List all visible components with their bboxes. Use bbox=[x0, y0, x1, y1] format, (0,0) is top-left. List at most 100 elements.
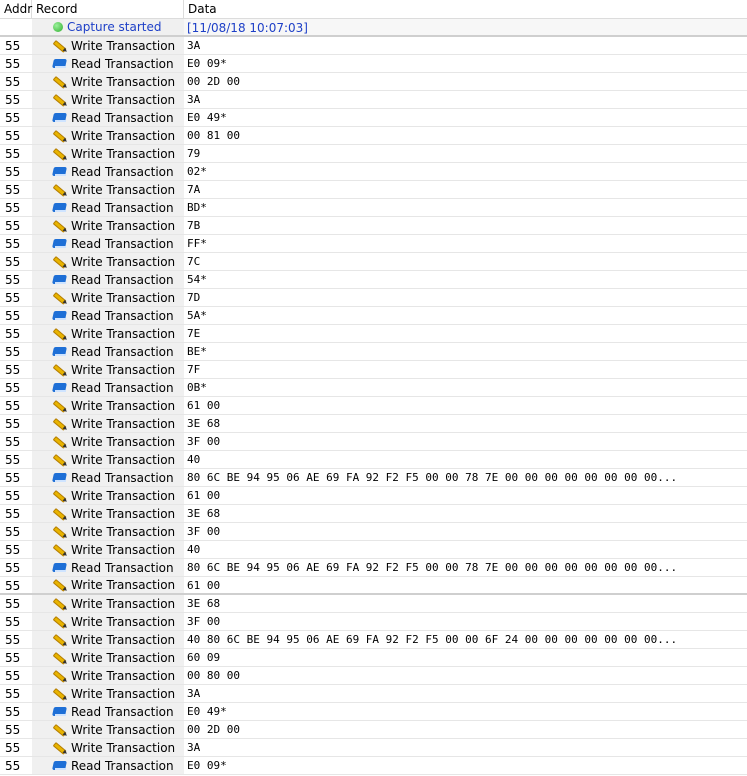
pencil-icon bbox=[49, 503, 70, 524]
pencil-icon bbox=[49, 179, 70, 200]
column-header-data[interactable]: Data bbox=[184, 0, 747, 18]
row-data: 3E 68 bbox=[187, 597, 221, 610]
column-header-addr[interactable]: Addr bbox=[0, 0, 32, 18]
table-row[interactable]: 55 Read Transaction 5A* bbox=[0, 307, 747, 325]
record-label: Read Transaction bbox=[71, 308, 174, 323]
record-label: Write Transaction bbox=[71, 398, 176, 413]
table-row[interactable]: 55 Write Transaction 61 00 bbox=[0, 487, 747, 505]
row-addr: 55 bbox=[0, 451, 32, 468]
record-label: Read Transaction bbox=[71, 470, 174, 485]
row-data: 3F 00 bbox=[187, 435, 221, 448]
table-row[interactable]: 55 Write Transaction 61 00 bbox=[0, 577, 747, 595]
table-row[interactable]: 55 Read Transaction 80 6C BE 94 95 06 AE 6… bbox=[0, 559, 747, 577]
row-data: 3F 00 bbox=[187, 615, 221, 628]
capture-started-row[interactable]: Capture started [11/08/18 10:07:03] bbox=[0, 19, 747, 37]
row-addr: 55 bbox=[0, 163, 32, 180]
record-label: Read Transaction bbox=[71, 56, 174, 71]
row-data: 02* bbox=[187, 165, 207, 178]
table-row[interactable]: 55 Read Transaction 54* bbox=[0, 271, 747, 289]
table-row[interactable]: 55 Write Transaction 7F bbox=[0, 361, 747, 379]
record-label: Read Transaction bbox=[71, 380, 174, 395]
table-row[interactable]: 55 Read Transaction 80 6C BE 94 95 06 AE 6… bbox=[0, 469, 747, 487]
record-label: Read Transaction bbox=[71, 272, 174, 287]
row-record: Write Transaction bbox=[32, 127, 184, 144]
table-row[interactable]: 55 Write Transaction 3F 00 bbox=[0, 613, 747, 631]
row-data: 3F 00 bbox=[187, 525, 221, 538]
row-addr: 55 bbox=[0, 37, 32, 54]
row-data: FF* bbox=[187, 237, 207, 250]
table-row[interactable]: 55 Write Transaction 3A bbox=[0, 37, 747, 55]
row-record: Write Transaction bbox=[32, 685, 184, 702]
row-record: Write Transaction bbox=[32, 523, 184, 540]
table-row[interactable]: 55 Write Transaction 7B bbox=[0, 217, 747, 235]
row-record: Write Transaction bbox=[32, 595, 184, 612]
row-addr: 55 bbox=[0, 685, 32, 702]
row-record: Write Transaction bbox=[32, 649, 184, 666]
row-addr: 55 bbox=[0, 577, 32, 593]
table-row[interactable]: 55 Write Transaction 3F 00 bbox=[0, 523, 747, 541]
capture-label: Capture started bbox=[67, 20, 162, 34]
row-addr: 55 bbox=[0, 235, 32, 252]
book-icon bbox=[52, 705, 68, 719]
row-addr: 55 bbox=[0, 289, 32, 306]
table-row[interactable]: 55 Read Transaction 0B* bbox=[0, 379, 747, 397]
table-row[interactable]: 55 Write Transaction 00 80 00 bbox=[0, 667, 747, 685]
table-row[interactable]: 55 Read Transaction BE* bbox=[0, 343, 747, 361]
row-data: 60 09 bbox=[187, 651, 221, 664]
table-row[interactable]: 55 Read Transaction E0 49* bbox=[0, 109, 747, 127]
row-addr: 55 bbox=[0, 271, 32, 288]
table-row[interactable]: 55 Write Transaction 3A bbox=[0, 739, 747, 757]
row-data: 00 2D 00 bbox=[187, 75, 240, 88]
table-row[interactable]: 55 Read Transaction E0 49* bbox=[0, 703, 747, 721]
table-row[interactable]: 55 Write Transaction 61 00 bbox=[0, 397, 747, 415]
table-row[interactable]: 55 Write Transaction 3A bbox=[0, 685, 747, 703]
row-addr: 55 bbox=[0, 541, 32, 558]
table-row[interactable]: 55 Write Transaction 7E bbox=[0, 325, 747, 343]
record-label: Write Transaction bbox=[71, 254, 176, 269]
record-label: Write Transaction bbox=[71, 686, 176, 701]
row-record: Write Transaction bbox=[32, 145, 184, 162]
table-row[interactable]: 55 Write Transaction 40 80 6C BE 94 95 06 … bbox=[0, 631, 747, 649]
row-data: 80 6C BE 94 95 06 AE 69 FA 92 F2 F5 00 0… bbox=[187, 561, 678, 574]
row-record: Write Transaction bbox=[32, 91, 184, 108]
record-label: Write Transaction bbox=[71, 434, 176, 449]
pencil-icon bbox=[49, 683, 70, 704]
table-row[interactable]: 55 Write Transaction 00 81 00 bbox=[0, 127, 747, 145]
book-icon bbox=[52, 561, 68, 575]
pencil-icon bbox=[49, 35, 70, 56]
table-row[interactable]: 55 Read Transaction FF* bbox=[0, 235, 747, 253]
table-row[interactable]: 55 Read Transaction BD* bbox=[0, 199, 747, 217]
table-row[interactable]: 55 Write Transaction 3A bbox=[0, 91, 747, 109]
table-row[interactable]: 55 Write Transaction 3E 68 bbox=[0, 505, 747, 523]
table-row[interactable]: 55 Write Transaction 3E 68 bbox=[0, 595, 747, 613]
book-icon bbox=[52, 345, 68, 359]
book-icon bbox=[52, 165, 68, 179]
row-addr: 55 bbox=[0, 145, 32, 162]
table-row[interactable]: 55 Write Transaction 7D bbox=[0, 289, 747, 307]
table-row[interactable]: 55 Write Transaction 00 2D 00 bbox=[0, 721, 747, 739]
row-data: 00 81 00 bbox=[187, 129, 240, 142]
table-row[interactable]: 55 Write Transaction 00 2D 00 bbox=[0, 73, 747, 91]
table-row[interactable]: 55 Write Transaction 40 bbox=[0, 541, 747, 559]
row-addr: 55 bbox=[0, 487, 32, 504]
row-record: Read Transaction bbox=[32, 163, 184, 180]
pencil-icon bbox=[49, 593, 70, 614]
table-row[interactable]: 55 Write Transaction 3F 00 bbox=[0, 433, 747, 451]
table-row[interactable]: 55 Write Transaction 79 bbox=[0, 145, 747, 163]
table-row[interactable]: 55 Read Transaction 02* bbox=[0, 163, 747, 181]
table-row[interactable]: 55 Read Transaction E0 09* bbox=[0, 757, 747, 775]
table-row[interactable]: 55 Write Transaction 40 bbox=[0, 451, 747, 469]
row-data: E0 09* bbox=[187, 759, 227, 772]
transaction-grid[interactable]: Addr Record Data Capture started [11/08/… bbox=[0, 0, 747, 775]
table-row[interactable]: 55 Write Transaction 7A bbox=[0, 181, 747, 199]
table-row[interactable]: 55 Write Transaction 7C bbox=[0, 253, 747, 271]
column-header-record[interactable]: Record bbox=[32, 0, 184, 18]
table-row[interactable]: 55 Read Transaction E0 09* bbox=[0, 55, 747, 73]
table-row[interactable]: 55 Write Transaction 60 09 bbox=[0, 649, 747, 667]
book-icon bbox=[52, 273, 68, 287]
row-record: Read Transaction bbox=[32, 379, 184, 396]
row-addr: 55 bbox=[0, 199, 32, 216]
row-record: Write Transaction bbox=[32, 505, 184, 522]
pencil-icon bbox=[49, 719, 70, 740]
table-row[interactable]: 55 Write Transaction 3E 68 bbox=[0, 415, 747, 433]
